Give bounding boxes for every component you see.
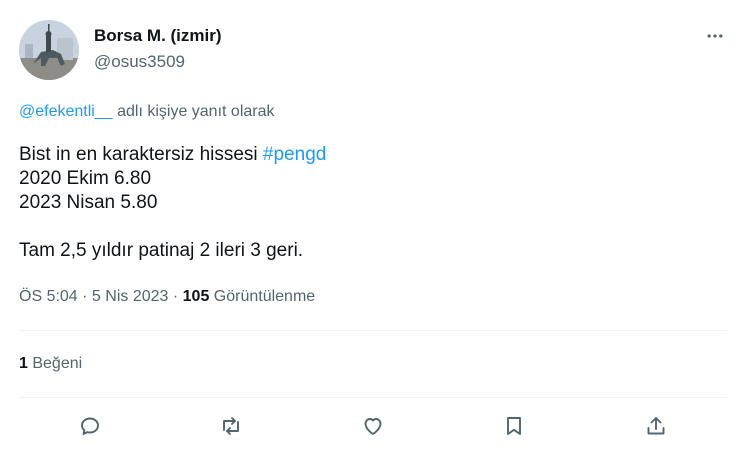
reply-mention-link[interactable]: @efekentli__ [19, 103, 113, 120]
tweet-line-4: Tam 2,5 yıldır patinaj 2 ileri 3 geri. [19, 240, 304, 261]
likes-label: Beğeni [27, 355, 83, 372]
tweet-line-2: 2020 Ekim 6.80 [19, 168, 152, 189]
reply-icon [81, 417, 99, 435]
divider [19, 330, 727, 331]
tweet-line-1-text: Bist in en karaktersiz hissesi [19, 144, 263, 165]
hashtag-link[interactable]: #pengd [263, 144, 326, 165]
more-options-button[interactable] [705, 26, 725, 46]
reply-suffix: adlı kişiye yanıt olarak [112, 103, 275, 120]
author-name[interactable]: Borsa M. (izmir) [94, 26, 222, 46]
like-button[interactable] [359, 412, 387, 440]
tweet-date: 5 Nis 2023 [91, 288, 169, 305]
retweet-icon [223, 417, 239, 435]
heart-icon [364, 418, 382, 435]
tweet-time: ÖS 5:04 [19, 288, 78, 305]
likes-count: 1 [19, 355, 28, 372]
share-button[interactable] [642, 412, 670, 440]
tweet-line-3: 2023 Nisan 5.80 [19, 192, 158, 213]
more-horizontal-icon [707, 34, 723, 38]
meta-separator: · [77, 288, 92, 305]
tweet-line-1: Bist in en karaktersiz hissesi #pengd [19, 143, 326, 167]
author-handle[interactable]: @osus3509 [94, 52, 185, 72]
share-icon [647, 417, 665, 435]
avatar-image [19, 20, 79, 80]
views-label: Görüntülenme [209, 288, 316, 305]
tweet-text: Bist in en karaktersiz hissesi #pengd 20… [19, 143, 326, 263]
replying-to: @efekentli__ adlı kişiye yanıt olarak [19, 103, 275, 121]
bookmark-button[interactable] [500, 412, 528, 440]
views-count: 105 [182, 288, 210, 305]
likes-link[interactable]: 1 Beğeni [19, 355, 82, 373]
bookmark-icon [507, 417, 521, 435]
reply-button[interactable] [76, 412, 104, 440]
tweet-meta: ÖS 5:04 · 5 Nis 2023 · 105 Görüntülenme [19, 288, 315, 306]
retweet-button[interactable] [217, 412, 245, 440]
tweet-timestamp[interactable]: ÖS 5:04 · 5 Nis 2023 [19, 288, 168, 305]
meta-separator: · [168, 288, 183, 305]
divider [19, 397, 727, 398]
author-avatar[interactable] [19, 20, 79, 80]
